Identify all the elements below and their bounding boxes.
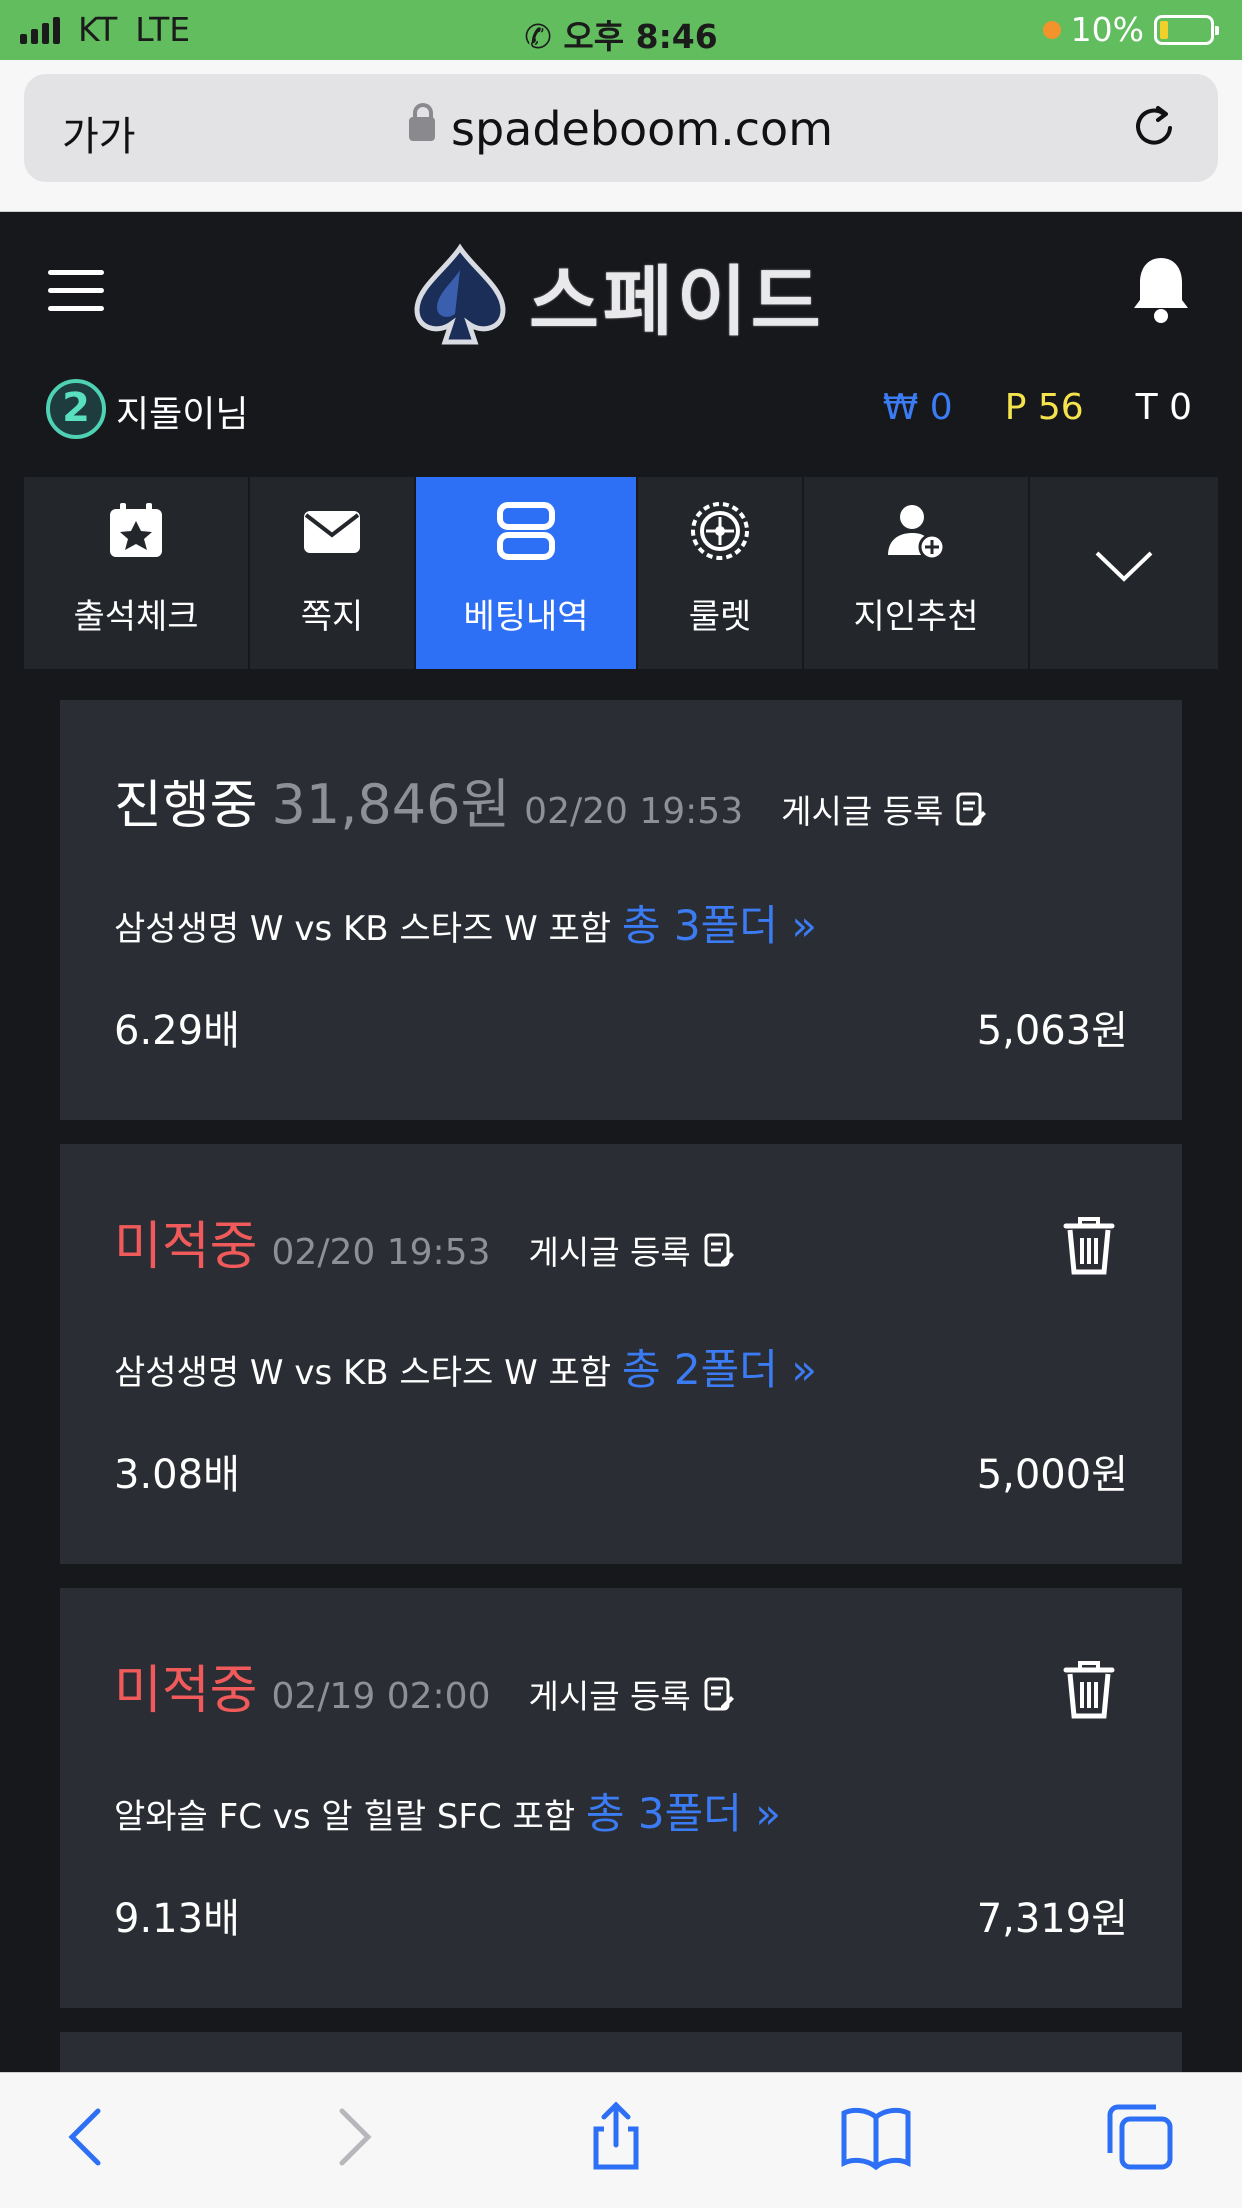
bet-odds: 3.08배: [114, 1452, 240, 1498]
post-register-label: 게시글 등록: [781, 792, 944, 831]
username[interactable]: 지돌이님: [116, 385, 248, 437]
balances: ₩ 0 P 56 T 0: [883, 387, 1192, 428]
bet-win-amount: 5,063원: [976, 1008, 1128, 1054]
browser-address-area: 가가 spadeboom.com: [0, 60, 1242, 212]
chevron-down-icon: [1095, 551, 1153, 582]
notification-bell-icon[interactable]: [1130, 254, 1192, 324]
privacy-dot-icon: [1042, 20, 1061, 39]
bet-card-partial[interactable]: [60, 2032, 1182, 2072]
tab-referral[interactable]: 지인추천: [804, 477, 1030, 669]
ticket-balance[interactable]: T 0: [1136, 387, 1192, 428]
trash-icon[interactable]: [1062, 1658, 1116, 1720]
folder-link[interactable]: 총 3폴더 »: [622, 901, 817, 950]
address-bar[interactable]: 가가 spadeboom.com: [24, 74, 1218, 182]
bet-card[interactable]: 진행중 31,846원 02/20 19:53 게시글 등록 삼성생명 W vs…: [60, 700, 1182, 1120]
bet-datetime: 02/19 02:00: [271, 1676, 491, 1717]
post-register-label: 게시글 등록: [528, 1677, 691, 1716]
bet-amount: 31,846원: [271, 773, 511, 836]
tab-label: 베팅내역: [463, 597, 589, 637]
forward-icon[interactable]: [316, 2101, 388, 2173]
site-logo[interactable]: 스페이드: [405, 240, 825, 350]
level-badge-icon: 2: [46, 379, 106, 439]
status-bar: KT LTE ✆ 오후 8:46 10%: [0, 0, 1242, 60]
bet-odds: 6.29배: [114, 1008, 240, 1054]
trash-icon[interactable]: [1062, 1214, 1116, 1276]
tab-attendance[interactable]: 출석체크: [24, 477, 250, 669]
envelope-icon: [304, 511, 360, 553]
bet-match: 삼성생명 W vs KB 스타즈 W 포함: [114, 909, 612, 949]
bet-match-line: 삼성생명 W vs KB 스타즈 W 포함 총 2폴더 »: [114, 1336, 817, 1397]
post-register-button[interactable]: 게시글 등록: [528, 1226, 734, 1274]
memo-edit-icon: [704, 1677, 734, 1711]
point-balance[interactable]: P 56: [1005, 387, 1084, 428]
battery-icon: [1154, 14, 1219, 45]
clock: 오후 8:46: [563, 17, 718, 56]
bet-match-line: 삼성생명 W vs KB 스타즈 W 포함 총 3폴더 »: [114, 892, 817, 953]
roulette-icon: [691, 502, 749, 560]
user-info-row: 2 지돌이님 ₩ 0 P 56 T 0: [0, 367, 1242, 477]
phone-icon: ✆: [524, 17, 564, 56]
post-register-button[interactable]: 게시글 등록: [528, 1670, 734, 1718]
lock-icon: [408, 102, 435, 141]
post-register-label: 게시글 등록: [528, 1233, 691, 1272]
menu-icon[interactable]: [48, 270, 104, 312]
calendar-star-icon: [110, 503, 162, 557]
tab-messages[interactable]: 쪽지: [250, 477, 416, 669]
tab-roulette[interactable]: 룰렛: [638, 477, 804, 669]
url-text: spadeboom.com: [450, 102, 833, 156]
bet-match: 삼성생명 W vs KB 스타즈 W 포함: [114, 1353, 612, 1393]
tab-label: 쪽지: [300, 597, 364, 637]
tab-label: 지인추천: [853, 597, 979, 637]
quick-menu-tabs: 출석체크 쪽지 베팅내역 룰렛 지인추천: [24, 477, 1218, 669]
tab-betting-history[interactable]: 베팅내역: [416, 477, 638, 669]
betting-list-icon: [497, 502, 555, 560]
bet-win-amount: 5,000원: [976, 1452, 1128, 1498]
won-balance[interactable]: ₩ 0: [883, 387, 953, 428]
post-register-button[interactable]: 게시글 등록: [781, 785, 987, 833]
bet-status: 진행중: [114, 776, 258, 836]
bet-match-line: 알와슬 FC vs 알 힐랄 SFC 포함 총 3폴더 »: [114, 1780, 781, 1841]
double-chevron-right-icon: »: [791, 1345, 817, 1394]
bet-status: 미적중: [114, 1661, 258, 1721]
tab-label: 룰렛: [688, 597, 752, 637]
bet-odds: 9.13배: [114, 1896, 240, 1942]
folder-link[interactable]: 총 2폴더 »: [622, 1345, 817, 1394]
logo-text: 스페이드: [529, 257, 825, 346]
bet-card[interactable]: 미적중 02/20 19:53 게시글 등록 삼성생명 W vs KB 스타즈 …: [60, 1144, 1182, 1564]
bet-match: 알와슬 FC vs 알 힐랄 SFC 포함: [114, 1797, 576, 1837]
tab-label: 출석체크: [73, 597, 199, 637]
add-user-icon: [888, 505, 946, 561]
back-icon[interactable]: [52, 2101, 124, 2173]
bookmarks-icon[interactable]: [840, 2101, 912, 2173]
more-menu-button[interactable]: [1030, 477, 1218, 669]
spade-logo-icon: [414, 243, 506, 345]
double-chevron-right-icon: »: [755, 1789, 781, 1838]
tabs-icon[interactable]: [1104, 2101, 1176, 2173]
memo-edit-icon: [704, 1233, 734, 1267]
double-chevron-right-icon: »: [791, 901, 817, 950]
bet-card[interactable]: 미적중 02/19 02:00 게시글 등록 알와슬 FC vs 알 힐랄 SF…: [60, 1588, 1182, 2008]
share-icon[interactable]: [580, 2101, 652, 2173]
bet-datetime: 02/20 19:53: [271, 1232, 491, 1273]
site-header: 스페이드: [0, 212, 1242, 367]
folder-link[interactable]: 총 3폴더 »: [586, 1789, 781, 1838]
reload-icon[interactable]: [1128, 100, 1180, 152]
browser-toolbar: [0, 2072, 1242, 2208]
bet-win-amount: 7,319원: [976, 1896, 1128, 1942]
battery-percent: 10%: [1070, 10, 1144, 49]
bet-status: 미적중: [114, 1217, 258, 1277]
bet-datetime: 02/20 19:53: [524, 791, 744, 832]
memo-edit-icon: [956, 792, 987, 826]
